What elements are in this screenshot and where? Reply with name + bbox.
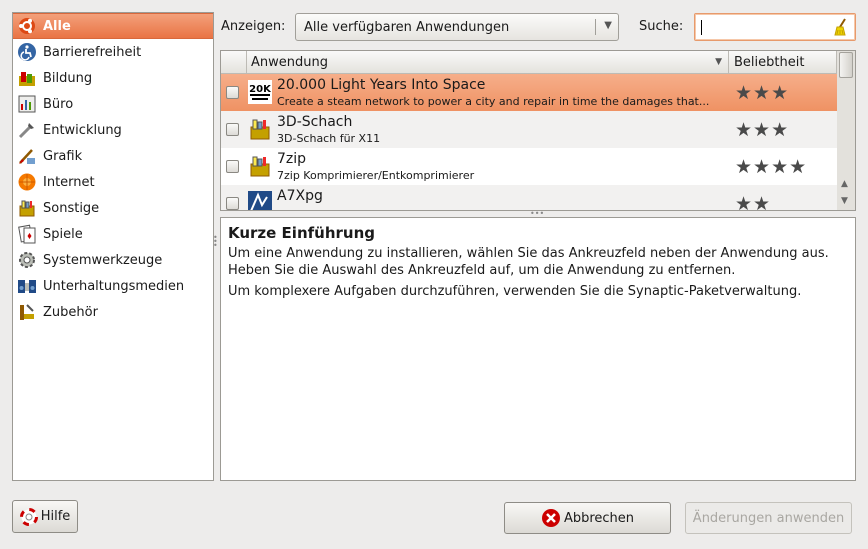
ubuntu-icon [17,16,37,36]
description-line: Um eine Anwendung zu installieren, wähle… [228,246,829,261]
cancel-button[interactable]: Abbrechen [504,502,671,534]
system-tools-icon [17,250,37,270]
column-header-application[interactable]: Anwendung ▼ [247,51,729,74]
sidebar-item-label: Grafik [43,148,83,164]
app-description: 7zip Komprimierer/Entkomprimierer [277,169,475,182]
sidebar-item-label: Büro [43,96,74,112]
sidebar-item-grafik[interactable]: Grafik [13,143,213,169]
sidebar-item-label: Systemwerkzeuge [43,252,163,268]
install-checkbox[interactable] [226,86,239,99]
scroll-up-icon[interactable]: ▲ [841,179,848,189]
install-checkbox[interactable] [226,197,239,210]
education-icon [17,68,37,88]
development-icon [17,120,37,140]
column-header-label: Anwendung [251,54,328,70]
sidebar-item-label: Entwicklung [43,122,122,138]
column-header-checkbox[interactable] [221,51,247,74]
search-label: Suche: [639,19,684,34]
a7xpg-icon [248,191,272,210]
column-header-label: Beliebtheit [734,54,805,70]
sidebar-item-label: Sonstige [43,200,100,216]
show-filter-combo[interactable]: Alle verfügbaren Anwendungen ▼ [295,13,619,41]
sidebar-item-bildung[interactable]: Bildung [13,65,213,91]
category-list[interactable]: Alle Barrierefreiheit Bildung Büro Entwi… [12,12,214,481]
scrollbar-thumb[interactable] [839,52,853,78]
sidebar-item-label: Unterhaltungsmedien [43,278,185,294]
apply-changes-button[interactable]: Änderungen anwenden [685,502,852,534]
column-header-popularity[interactable]: Beliebtheit [729,51,837,74]
sidebar-item-label: Alle [43,18,71,34]
sidebar-item-zubehoer[interactable]: Zubehör [13,299,213,325]
table-row[interactable]: 20K 20.000 Light Years Into Space Create… [221,74,837,111]
cancel-icon [541,508,561,528]
show-label: Anzeigen: [221,19,286,34]
games-icon [17,224,37,244]
description-text: Um eine Anwendung zu installieren, wähle… [228,245,848,279]
app-name: A7Xpg [277,188,323,204]
graphics-icon [17,146,37,166]
office-icon [17,94,37,114]
show-filter-value: Alle verfügbaren Anwendungen [304,19,510,35]
internet-icon [17,172,37,192]
sidebar-resize-handle[interactable]: • • • [213,234,219,250]
accessories-icon [17,302,37,322]
archive-package-icon [248,154,272,178]
cancel-label: Abbrechen [563,510,635,526]
sidebar-item-spiele[interactable]: Spiele [13,221,213,247]
lightyears-icon: 20K [248,80,272,104]
description-title: Kurze Einführung [228,224,376,242]
sidebar-item-systemwerkzeuge[interactable]: Systemwerkzeuge [13,247,213,273]
lifebuoy-icon [19,507,38,526]
chess-package-icon [248,117,272,141]
chevron-down-icon: ▼ [604,20,612,31]
app-description: 3D-Schach für X11 [277,132,381,145]
app-name: 3D-Schach [277,114,353,130]
sidebar-item-buero[interactable]: Büro [13,91,213,117]
help-button[interactable]: Hilfe [12,500,78,533]
rating-stars: ★★★ [735,82,790,104]
sidebar-item-internet[interactable]: Internet [13,169,213,195]
sidebar-item-label: Spiele [43,226,83,242]
install-checkbox[interactable] [226,160,239,173]
scroll-down-icon[interactable]: ▼ [841,196,848,206]
sidebar-item-sonstige[interactable]: Sonstige [13,195,213,221]
sidebar-item-label: Barrierefreiheit [43,44,142,60]
description-panel: Kurze Einführung Um eine Anwendung zu in… [220,217,856,481]
description-line: Um komplexere Aufgaben durchzuführen, ve… [228,284,802,299]
rating-stars: ★★★★ [735,156,808,178]
rating-stars: ★★ [735,193,772,211]
description-line: Heben Sie die Auswahl des Ankreuzfeld au… [228,263,736,278]
table-row[interactable]: 3D-Schach 3D-Schach für X11 ★★★ [221,111,837,148]
lightyears-icon-text: 20K [249,84,272,95]
multimedia-icon [17,276,37,296]
clear-search-icon[interactable] [833,18,849,40]
apply-label: Änderungen anwenden [692,510,845,526]
sidebar-item-label: Internet [43,174,95,190]
text-caret [701,20,702,35]
table-row[interactable]: 7zip 7zip Komprimierer/Entkomprimierer ★… [221,148,837,185]
accessibility-icon [17,42,37,62]
other-icon [17,198,37,218]
install-checkbox[interactable] [226,123,239,136]
sidebar-item-barrierefreiheit[interactable]: Barrierefreiheit [13,39,213,65]
sidebar-item-alle[interactable]: Alle [13,13,213,39]
combo-separator [595,19,596,35]
application-table[interactable]: Anwendung ▼ Beliebtheit 20K 20.000 Light… [220,50,856,211]
search-input[interactable] [694,13,856,41]
sort-down-icon: ▼ [715,57,722,67]
sidebar-item-unterhaltungsmedien[interactable]: Unterhaltungsmedien [13,273,213,299]
help-label: Hilfe [40,509,71,524]
table-scrollbar[interactable]: ▲ ▼ [837,51,855,210]
sidebar-item-label: Zubehör [43,304,98,320]
table-row[interactable]: A7Xpg ★★ [221,185,837,211]
sidebar-item-label: Bildung [43,70,93,86]
sidebar-item-entwicklung[interactable]: Entwicklung [13,117,213,143]
rating-stars: ★★★ [735,119,790,141]
app-name: 20.000 Light Years Into Space [277,77,486,93]
app-description: Create a steam network to power a city a… [277,95,710,108]
app-name: 7zip [277,151,307,167]
